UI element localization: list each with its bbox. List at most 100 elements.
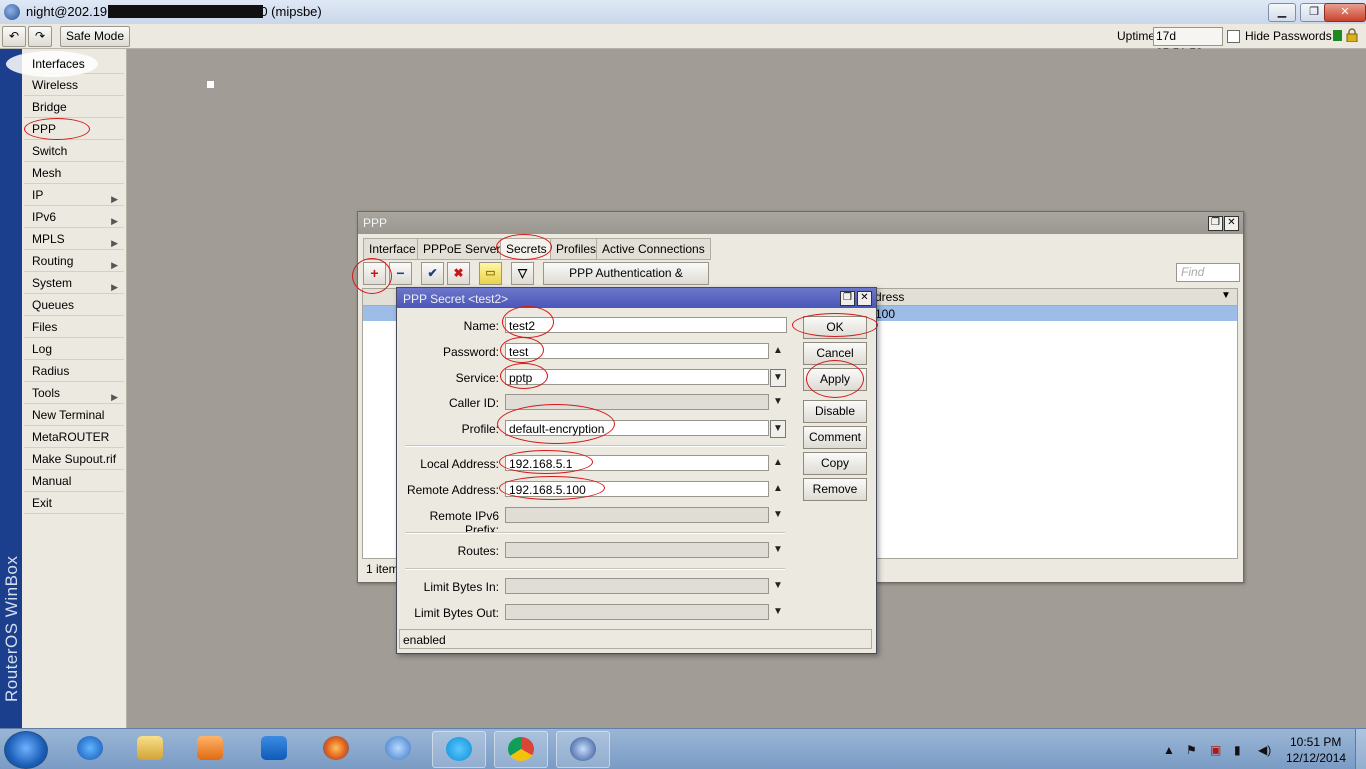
row-remote-address-cell: 100: [875, 307, 896, 321]
password-field[interactable]: test: [505, 343, 769, 359]
tab-profiles[interactable]: Profiles: [550, 238, 603, 260]
desktop-marker: [207, 81, 214, 88]
sidebar-item-wireless[interactable]: Wireless: [24, 75, 124, 96]
expand-down-icon[interactable]: ▼: [771, 542, 785, 558]
dialog-maximize-button[interactable]: ❐: [840, 291, 855, 306]
volume-icon[interactable]: ◀): [1258, 743, 1271, 757]
find-input[interactable]: Find: [1176, 263, 1240, 282]
limit-bytes-in-field[interactable]: [505, 578, 769, 594]
sidebar-item-metarouter[interactable]: MetaROUTER: [24, 427, 124, 448]
minimize-button[interactable]: ▁: [1268, 3, 1296, 22]
sidebar-item-system[interactable]: System ▶: [24, 273, 124, 294]
winbox-app-icon: [4, 4, 20, 20]
comment-icon[interactable]: ▭: [479, 262, 502, 285]
expand-down-icon[interactable]: ▼: [771, 394, 785, 410]
sidebar-item-log[interactable]: Log: [24, 339, 124, 360]
expand-down-icon[interactable]: ▼: [771, 507, 785, 523]
ie-icon[interactable]: [64, 731, 116, 766]
show-desktop-button[interactable]: [1355, 729, 1366, 769]
expand-down-icon[interactable]: ▼: [771, 578, 785, 594]
name-field[interactable]: test2: [505, 317, 787, 333]
dropdown-arrow-icon[interactable]: ▼: [770, 369, 786, 387]
remote-ipv6-prefix-field[interactable]: [505, 507, 769, 523]
chrome-icon[interactable]: [494, 731, 548, 768]
close-button[interactable]: ✕: [1324, 3, 1366, 22]
tab-interface[interactable]: Interface: [363, 238, 422, 260]
apply-button[interactable]: Apply: [803, 368, 867, 391]
tab-active-connections[interactable]: Active Connections: [596, 238, 711, 260]
local-address-label: Local Address:: [420, 457, 499, 471]
dropdown-arrow-icon[interactable]: ▼: [770, 420, 786, 438]
action-center-flag-icon[interactable]: ⚑: [1186, 743, 1197, 757]
password-label: Password:: [442, 345, 499, 359]
remote-icon[interactable]: [248, 731, 300, 766]
comment-button[interactable]: Comment: [803, 426, 867, 449]
sidebar-item-manual[interactable]: Manual: [24, 471, 124, 492]
expand-down-icon[interactable]: ▼: [771, 604, 785, 620]
cancel-button[interactable]: Cancel: [803, 342, 867, 365]
tab-pppoe-servers[interactable]: PPPoE Servers: [417, 238, 513, 260]
tray-expand-icon[interactable]: ▲: [1163, 743, 1175, 757]
dialog-title: PPP Secret <test2>: [403, 292, 509, 306]
windows-start-button[interactable]: [4, 731, 48, 769]
filter-icon[interactable]: ▽: [511, 262, 534, 285]
separator: [405, 532, 785, 534]
collapse-up-icon[interactable]: ▲: [771, 481, 785, 497]
ppp-close-button[interactable]: ✕: [1224, 216, 1239, 231]
sidebar-item-ipv6[interactable]: IPv6 ▶: [24, 207, 124, 228]
clock-time[interactable]: 10:51 PM: [1290, 735, 1341, 749]
routes-field[interactable]: [505, 542, 769, 558]
sidebar-item-files[interactable]: Files: [24, 317, 124, 338]
hide-passwords-checkbox[interactable]: [1227, 30, 1240, 43]
undo-button[interactable]: ↶: [2, 26, 26, 47]
sidebar-item-exit[interactable]: Exit: [24, 493, 124, 514]
tab-secrets[interactable]: Secrets: [500, 238, 553, 260]
sidebar-item-bridge[interactable]: Bridge: [24, 97, 124, 118]
sidebar-item-switch[interactable]: Switch: [24, 141, 124, 162]
column-header-remote-address[interactable]: dress: [875, 290, 904, 304]
ppp-auth-accounting-button[interactable]: PPP Authentication & Accounting: [543, 262, 709, 301]
winbox-icon[interactable]: [556, 731, 610, 768]
enable-check-icon[interactable]: ✔: [421, 262, 444, 285]
disable-button[interactable]: Disable: [803, 400, 867, 423]
caller-id-label: Caller ID:: [448, 396, 499, 410]
sidebar-item-radius[interactable]: Radius: [24, 361, 124, 382]
dialog-close-button[interactable]: ✕: [857, 291, 872, 306]
remote-address-field[interactable]: 192.168.5.100: [505, 481, 769, 497]
sidebar-item-tools[interactable]: Tools ▶: [24, 383, 124, 404]
clock-date[interactable]: 12/12/2014: [1286, 751, 1346, 765]
sidebar-item-make-supout[interactable]: Make Supout.rif: [24, 449, 124, 470]
media-player-icon[interactable]: [184, 731, 236, 766]
copy-button[interactable]: Copy: [803, 452, 867, 475]
device-icon[interactable]: ▣: [1210, 743, 1221, 757]
sidebar-item-routing[interactable]: Routing ▶: [24, 251, 124, 272]
skype-icon[interactable]: [432, 731, 486, 768]
collapse-up-icon[interactable]: ▲: [771, 343, 785, 359]
network-signal-icon[interactable]: ▮: [1234, 743, 1241, 757]
ppp-maximize-button[interactable]: ❐: [1208, 216, 1223, 231]
main-toolbar: ↶ ↷ Safe Mode Uptime: 17d 05:51:58 Hide …: [0, 24, 1366, 60]
globe-icon[interactable]: [372, 731, 424, 766]
add-icon[interactable]: +: [363, 262, 386, 285]
firefox-icon[interactable]: [310, 731, 362, 766]
remove-icon[interactable]: −: [389, 262, 412, 285]
ok-button[interactable]: OK: [803, 316, 867, 339]
local-address-field[interactable]: 192.168.5.1: [505, 455, 769, 471]
disable-x-icon[interactable]: ✖: [447, 262, 470, 285]
sidebar-item-queues[interactable]: Queues: [24, 295, 124, 316]
collapse-up-icon[interactable]: ▲: [771, 455, 785, 471]
redo-button[interactable]: ↷: [28, 26, 52, 47]
sidebar-item-mpls[interactable]: MPLS ▶: [24, 229, 124, 250]
caller-id-field[interactable]: [505, 394, 769, 410]
explorer-icon[interactable]: [124, 731, 176, 766]
sidebar-item-ppp[interactable]: PPP: [24, 119, 124, 140]
sidebar-item-new-terminal[interactable]: New Terminal: [24, 405, 124, 426]
sidebar-item-mesh[interactable]: Mesh: [24, 163, 124, 184]
sidebar-item-ip[interactable]: IP ▶: [24, 185, 124, 206]
safe-mode-button[interactable]: Safe Mode: [60, 26, 130, 47]
column-menu-icon[interactable]: ▼: [1221, 290, 1231, 301]
service-select[interactable]: pptp: [505, 369, 769, 385]
limit-bytes-out-field[interactable]: [505, 604, 769, 620]
remove-button[interactable]: Remove: [803, 478, 867, 501]
profile-select[interactable]: default-encryption: [505, 420, 769, 436]
